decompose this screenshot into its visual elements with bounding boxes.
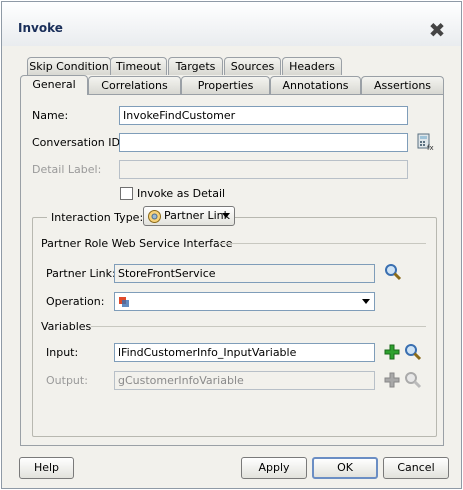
tab-skip-condition[interactable]: Skip Condition: [27, 57, 111, 75]
input-label: Input:: [46, 346, 79, 359]
output-label: Output:: [46, 374, 88, 387]
conversation-id-field[interactable]: [119, 133, 408, 152]
tab-sources[interactable]: Sources: [224, 57, 281, 75]
ok-button[interactable]: OK: [312, 457, 378, 479]
tab-assertions[interactable]: Assertions: [361, 76, 444, 94]
add-icon: [383, 371, 401, 389]
detail-label-label: Detail Label:: [32, 163, 102, 176]
invoke-dialog: Invoke ✖ Skip Condition Timeout Targets …: [1, 1, 462, 489]
conversation-id-label: Conversation ID:: [32, 136, 124, 149]
apply-button[interactable]: Apply: [241, 457, 307, 479]
tab-headers[interactable]: Headers: [282, 57, 342, 75]
detail-label-field: [119, 160, 408, 179]
close-icon[interactable]: ✖: [425, 18, 449, 42]
name-field[interactable]: InvokeFindCustomer: [119, 106, 408, 125]
variables-title: Variables: [41, 320, 92, 333]
tab-general[interactable]: General: [20, 75, 88, 95]
partner-role-title: Partner Role Web Service Interface: [41, 237, 233, 250]
search-icon[interactable]: [404, 343, 422, 361]
input-variable-field[interactable]: lFindCustomerInfo_InputVariable: [114, 343, 375, 362]
operation-label: Operation:: [46, 295, 105, 308]
output-variable-field: gCustomerInfoVariable: [114, 371, 375, 390]
tab-targets[interactable]: Targets: [168, 57, 223, 75]
interaction-type-label: Interaction Type:: [47, 211, 148, 224]
tab-annotations[interactable]: Annotations: [270, 76, 361, 94]
name-label: Name:: [32, 109, 69, 122]
search-icon[interactable]: [384, 263, 402, 281]
partner-link-label: Partner Link:: [46, 267, 116, 280]
calculator-icon[interactable]: fx: [416, 133, 434, 152]
chevron-down-icon: [362, 299, 370, 304]
partner-link-field: StoreFrontService: [114, 264, 375, 283]
help-button[interactable]: Help: [19, 457, 74, 479]
tab-correlations[interactable]: Correlations: [88, 76, 181, 94]
general-panel: Name: InvokeFindCustomer Conversation ID…: [20, 94, 444, 446]
invoke-as-detail-label: Invoke as Detail: [137, 187, 226, 200]
title-bar: Invoke ✖: [2, 2, 461, 46]
invoke-as-detail-checkbox[interactable]: [120, 187, 133, 200]
tab-properties[interactable]: Properties: [181, 76, 270, 94]
partner-link-icon: [147, 209, 162, 230]
operation-dropdown[interactable]: [114, 292, 375, 311]
operation-icon: [118, 296, 130, 310]
cancel-button[interactable]: Cancel: [383, 457, 449, 479]
dialog-title: Invoke: [18, 21, 63, 35]
svg-text:fx: fx: [427, 144, 434, 151]
search-icon: [404, 371, 422, 389]
interaction-type-value: Partner Link: [164, 209, 230, 222]
add-icon[interactable]: [383, 343, 401, 361]
interaction-type-dropdown[interactable]: Partner Link: [143, 206, 235, 226]
interaction-group: [32, 217, 437, 437]
variables-divider: [91, 326, 426, 327]
tab-timeout[interactable]: Timeout: [110, 57, 167, 75]
partner-role-divider: [218, 243, 426, 244]
chevron-down-icon: [222, 213, 230, 218]
